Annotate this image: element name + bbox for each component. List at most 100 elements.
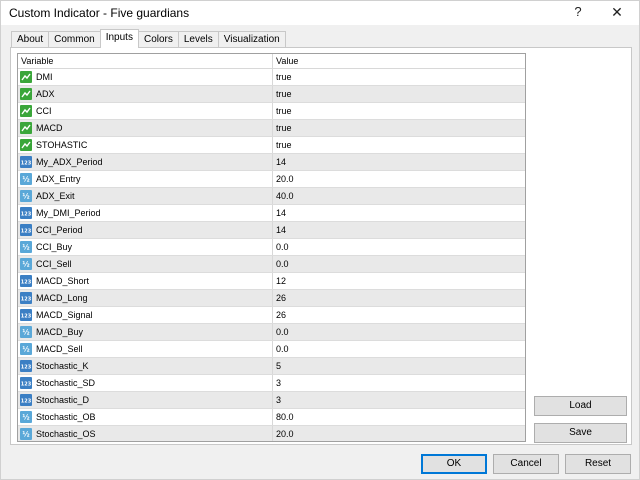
table-row[interactable]: CCI true xyxy=(18,103,525,120)
value-cell[interactable]: 26 xyxy=(273,290,525,306)
value-cell[interactable]: true xyxy=(273,137,525,153)
value-cell[interactable]: 80.0 xyxy=(273,409,525,425)
variable-cell[interactable]: ½ CCI_Buy xyxy=(18,239,273,255)
svg-text:½: ½ xyxy=(22,329,29,337)
close-button[interactable]: ✕ xyxy=(599,1,635,25)
save-button[interactable]: Save xyxy=(534,423,627,443)
table-row[interactable]: 123 My_DMI_Period 14 xyxy=(18,205,525,222)
variable-cell[interactable]: ½ Stochastic_OB xyxy=(18,409,273,425)
value-cell[interactable]: 0.0 xyxy=(273,239,525,255)
table-row[interactable]: 123 My_ADX_Period 14 xyxy=(18,154,525,171)
table-row[interactable]: ½ Stochastic_OB 80.0 xyxy=(18,409,525,426)
tab-colors[interactable]: Colors xyxy=(137,31,179,48)
table-row[interactable]: ½ Stochastic_OS 20.0 xyxy=(18,426,525,441)
value-cell[interactable]: 40.0 xyxy=(273,188,525,204)
double-type-icon: ½ xyxy=(20,190,32,202)
reset-button[interactable]: Reset xyxy=(565,454,631,474)
table-row[interactable]: 123 MACD_Long 26 xyxy=(18,290,525,307)
value-cell[interactable]: 20.0 xyxy=(273,426,525,441)
tab-visualization[interactable]: Visualization xyxy=(217,31,286,48)
variable-cell[interactable]: ½ ADX_Exit xyxy=(18,188,273,204)
svg-text:123: 123 xyxy=(21,161,32,167)
load-button[interactable]: Load xyxy=(534,396,627,416)
table-row[interactable]: STOHASTIC true xyxy=(18,137,525,154)
tab-inputs[interactable]: Inputs xyxy=(99,29,139,48)
table-row[interactable]: 123 MACD_Short 12 xyxy=(18,273,525,290)
table-row[interactable]: ½ MACD_Buy 0.0 xyxy=(18,324,525,341)
grid-body: DMI true ADX true CCI true MACD true STOHASTIC tr… xyxy=(18,69,525,441)
table-row[interactable]: DMI true xyxy=(18,69,525,86)
variable-cell[interactable]: 123 My_ADX_Period xyxy=(18,154,273,170)
value-cell[interactable]: 0.0 xyxy=(273,256,525,272)
variable-cell[interactable]: ½ MACD_Buy xyxy=(18,324,273,340)
table-row[interactable]: 123 MACD_Signal 26 xyxy=(18,307,525,324)
variable-cell[interactable]: MACD xyxy=(18,120,273,136)
variable-cell[interactable]: ½ MACD_Sell xyxy=(18,341,273,357)
double-type-icon: ½ xyxy=(20,411,32,423)
table-row[interactable]: ½ ADX_Exit 40.0 xyxy=(18,188,525,205)
table-row[interactable]: ½ CCI_Sell 0.0 xyxy=(18,256,525,273)
table-row[interactable]: 123 CCI_Period 14 xyxy=(18,222,525,239)
table-row[interactable]: ½ ADX_Entry 20.0 xyxy=(18,171,525,188)
variable-cell[interactable]: 123 Stochastic_D xyxy=(18,392,273,408)
table-row[interactable]: ½ MACD_Sell 0.0 xyxy=(18,341,525,358)
table-row[interactable]: 123 Stochastic_K 5 xyxy=(18,358,525,375)
variable-cell[interactable]: CCI xyxy=(18,103,273,119)
tab-levels[interactable]: Levels xyxy=(177,31,219,48)
value-cell[interactable]: true xyxy=(273,86,525,102)
table-row[interactable]: 123 Stochastic_SD 3 xyxy=(18,375,525,392)
variable-cell[interactable]: 123 Stochastic_SD xyxy=(18,375,273,391)
integer-type-icon: 123 xyxy=(20,360,32,372)
svg-text:½: ½ xyxy=(22,244,29,252)
table-row[interactable]: ADX true xyxy=(18,86,525,103)
help-button[interactable]: ? xyxy=(563,1,593,25)
svg-text:½: ½ xyxy=(22,346,29,354)
table-row[interactable]: 123 Stochastic_D 3 xyxy=(18,392,525,409)
double-type-icon: ½ xyxy=(20,258,32,270)
value-cell[interactable]: 20.0 xyxy=(273,171,525,187)
variable-cell[interactable]: 123 CCI_Period xyxy=(18,222,273,238)
svg-text:123: 123 xyxy=(21,212,32,218)
variable-name: Stochastic_SD xyxy=(36,378,96,388)
column-header-value[interactable]: Value xyxy=(273,54,525,68)
value-cell[interactable]: true xyxy=(273,69,525,85)
variable-name: DMI xyxy=(36,72,53,82)
svg-text:123: 123 xyxy=(21,399,32,405)
svg-text:½: ½ xyxy=(22,193,29,201)
value-cell[interactable]: 12 xyxy=(273,273,525,289)
value-cell[interactable]: 14 xyxy=(273,205,525,221)
tab-about[interactable]: About xyxy=(11,31,50,48)
value-cell[interactable]: 3 xyxy=(273,375,525,391)
variable-cell[interactable]: STOHASTIC xyxy=(18,137,273,153)
window-title: Custom Indicator - Five guardians xyxy=(9,6,190,20)
value-cell[interactable]: 0.0 xyxy=(273,341,525,357)
value-cell[interactable]: 26 xyxy=(273,307,525,323)
variable-cell[interactable]: 123 MACD_Short xyxy=(18,273,273,289)
value-cell[interactable]: 14 xyxy=(273,154,525,170)
cancel-button[interactable]: Cancel xyxy=(493,454,559,474)
value-cell[interactable]: 14 xyxy=(273,222,525,238)
variable-cell[interactable]: 123 Stochastic_K xyxy=(18,358,273,374)
value-cell[interactable]: 5 xyxy=(273,358,525,374)
variable-cell[interactable]: ADX xyxy=(18,86,273,102)
table-row[interactable]: MACD true xyxy=(18,120,525,137)
table-row[interactable]: ½ CCI_Buy 0.0 xyxy=(18,239,525,256)
variable-cell[interactable]: ½ CCI_Sell xyxy=(18,256,273,272)
variable-cell[interactable]: ½ Stochastic_OS xyxy=(18,426,273,441)
variable-cell[interactable]: 123 My_DMI_Period xyxy=(18,205,273,221)
column-header-variable[interactable]: Variable xyxy=(18,54,273,68)
variable-name: CCI xyxy=(36,106,52,116)
tab-common[interactable]: Common xyxy=(48,31,101,48)
variable-cell[interactable]: ½ ADX_Entry xyxy=(18,171,273,187)
value-cell[interactable]: true xyxy=(273,120,525,136)
value-cell[interactable]: true xyxy=(273,103,525,119)
value-cell[interactable]: 0.0 xyxy=(273,324,525,340)
svg-text:123: 123 xyxy=(21,382,32,388)
variable-cell[interactable]: 123 MACD_Long xyxy=(18,290,273,306)
title-bar: Custom Indicator - Five guardians ? ✕ xyxy=(1,1,639,25)
variable-cell[interactable]: DMI xyxy=(18,69,273,85)
double-type-icon: ½ xyxy=(20,428,32,440)
ok-button[interactable]: OK xyxy=(421,454,487,474)
variable-cell[interactable]: 123 MACD_Signal xyxy=(18,307,273,323)
value-cell[interactable]: 3 xyxy=(273,392,525,408)
